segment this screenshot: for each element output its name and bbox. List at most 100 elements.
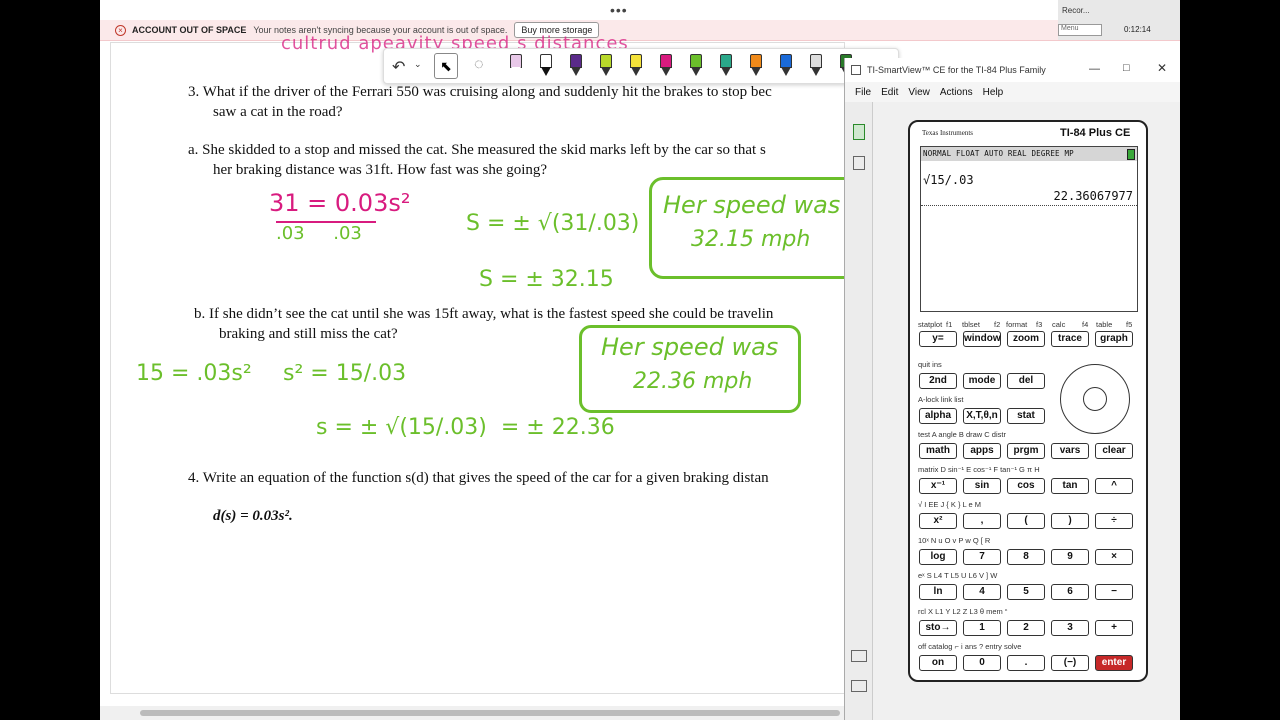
key-r8-4[interactable]: enter: [1095, 655, 1133, 671]
key-2[interactable]: zoom: [1007, 331, 1045, 347]
recorder-label: Recor...: [1062, 6, 1090, 15]
key-sublabel-0: quit ins: [918, 360, 942, 369]
key-r0-1[interactable]: mode: [963, 373, 1001, 389]
key-sublabel-4: √ I EE J { K } L e M: [918, 500, 982, 509]
undo-icon[interactable]: ↶: [392, 57, 405, 77]
notebook-page[interactable]: cultrud apeavity speed s distances 3. Wh…: [110, 33, 864, 694]
minimize-icon[interactable]: —: [1089, 63, 1100, 75]
key-4[interactable]: graph: [1095, 331, 1133, 347]
key-r8-3[interactable]: (−): [1051, 655, 1089, 671]
key-r6-1[interactable]: 4: [963, 584, 1001, 600]
key-r5-0[interactable]: log: [919, 549, 957, 565]
document-icon[interactable]: [853, 156, 865, 170]
screenshot-icon[interactable]: [851, 650, 867, 662]
key-r7-3[interactable]: 3: [1051, 620, 1089, 636]
key-r1-1[interactable]: X,T,θ,n: [963, 408, 1001, 424]
key-3[interactable]: trace: [1051, 331, 1089, 347]
hw-b-box-line1: Her speed was: [601, 333, 779, 361]
close-icon[interactable]: ✕: [1157, 61, 1167, 75]
key-r3-3[interactable]: tan: [1051, 478, 1089, 494]
key-r5-1[interactable]: 7: [963, 549, 1001, 565]
hw-a-eq3: S = ± 32.15: [479, 267, 614, 292]
calc-menubar: File Edit View Actions Help: [845, 82, 1180, 102]
key-r4-0[interactable]: x²: [919, 513, 957, 529]
drawing-toolbar: ↶ ⌄ ⬉ ◌: [383, 48, 899, 84]
key-r7-0[interactable]: sto→: [919, 620, 957, 636]
key-r3-2[interactable]: cos: [1007, 478, 1045, 494]
maximize-icon[interactable]: □: [1123, 62, 1130, 74]
gray-pen-icon[interactable]: [810, 54, 822, 78]
key-r6-0[interactable]: ln: [919, 584, 957, 600]
chevron-down-icon[interactable]: ⌄: [414, 59, 422, 70]
hw-a-box-line2: 32.15 mph: [691, 227, 811, 252]
black-pen-icon[interactable]: [540, 54, 552, 78]
key-r5-4[interactable]: ×: [1095, 549, 1133, 565]
result-separator: [921, 205, 1137, 206]
key-r5-2[interactable]: 8: [1007, 549, 1045, 565]
lime-pen-icon[interactable]: [600, 54, 612, 78]
purple-pen-icon[interactable]: [570, 54, 582, 78]
key-0[interactable]: y=: [919, 331, 957, 347]
key-r2-4[interactable]: clear: [1095, 443, 1133, 459]
green-pen-icon[interactable]: [690, 54, 702, 78]
horizontal-scrollbar[interactable]: [100, 706, 844, 720]
arrow-dpad[interactable]: [1060, 364, 1130, 434]
lasso-icon[interactable]: ◌: [474, 56, 484, 74]
calculator-icon[interactable]: [853, 124, 865, 140]
key-r2-2[interactable]: prgm: [1007, 443, 1045, 459]
key-r7-1[interactable]: 1: [963, 620, 1001, 636]
calc-title: TI-SmartView™ CE for the TI-84 Plus Fami…: [867, 65, 1046, 75]
key-label-top-1: f1: [946, 320, 953, 329]
key-r4-4[interactable]: ÷: [1095, 513, 1133, 529]
dpad-center: [1083, 387, 1107, 411]
key-r6-2[interactable]: 5: [1007, 584, 1045, 600]
key-label-top-9: f5: [1126, 320, 1133, 329]
key-r2-0[interactable]: math: [919, 443, 957, 459]
key-r3-4[interactable]: ^: [1095, 478, 1133, 494]
menu-actions[interactable]: Actions: [940, 87, 973, 98]
key-r8-0[interactable]: on: [919, 655, 957, 671]
yellow-highlighter-icon[interactable]: [630, 54, 642, 78]
calc-screen: NORMAL FLOAT AUTO REAL DEGREE MP √15/.03…: [920, 146, 1138, 312]
key-label-top-6: calc: [1052, 320, 1066, 329]
key-r4-2[interactable]: (: [1007, 513, 1045, 529]
key-r6-4[interactable]: −: [1095, 584, 1133, 600]
eraser-pen-icon[interactable]: [510, 54, 522, 78]
key-r3-1[interactable]: sin: [963, 478, 1001, 494]
key-r5-3[interactable]: 9: [1051, 549, 1089, 565]
key-r0-2[interactable]: del: [1007, 373, 1045, 389]
menu-help[interactable]: Help: [983, 87, 1004, 98]
key-r1-2[interactable]: stat: [1007, 408, 1045, 424]
key-r3-0[interactable]: x⁻¹: [919, 478, 957, 494]
key-r8-2[interactable]: .: [1007, 655, 1045, 671]
key-sublabel-2: test A angle B draw C distr: [918, 430, 1006, 439]
key-r2-3[interactable]: vars: [1051, 443, 1089, 459]
key-label-top-7: f4: [1082, 320, 1089, 329]
key-r7-2[interactable]: 2: [1007, 620, 1045, 636]
orange-pen-icon[interactable]: [750, 54, 762, 78]
key-r1-0[interactable]: alpha: [919, 408, 957, 424]
keypress-icon[interactable]: [851, 680, 867, 692]
menu-edit[interactable]: Edit: [881, 87, 898, 98]
key-r8-1[interactable]: 0: [963, 655, 1001, 671]
magenta-pen-icon[interactable]: [660, 54, 672, 78]
key-1[interactable]: window: [963, 331, 1001, 347]
more-options-icon[interactable]: •••: [610, 2, 628, 18]
key-r0-0[interactable]: 2nd: [919, 373, 957, 389]
key-r2-1[interactable]: apps: [963, 443, 1001, 459]
app-icon: [851, 65, 861, 75]
key-r6-3[interactable]: 6: [1051, 584, 1089, 600]
recorder-widget: Recor... Menu 0:12:14: [1058, 0, 1180, 40]
scrollbar-thumb[interactable]: [140, 710, 840, 716]
key-r7-4[interactable]: +: [1095, 620, 1133, 636]
calc-input-line: √15/.03: [923, 173, 974, 187]
key-r4-1[interactable]: ,: [963, 513, 1001, 529]
recorder-menu[interactable]: Menu: [1058, 24, 1102, 36]
menu-view[interactable]: View: [908, 87, 930, 98]
key-r4-3[interactable]: ): [1051, 513, 1089, 529]
hw-a-eq2: S = ± √(31/.03): [466, 211, 640, 236]
teal-pen-icon[interactable]: [720, 54, 732, 78]
blue-pen-icon[interactable]: [780, 54, 792, 78]
menu-file[interactable]: File: [855, 87, 871, 98]
select-tool-icon[interactable]: ⬉: [434, 53, 458, 79]
